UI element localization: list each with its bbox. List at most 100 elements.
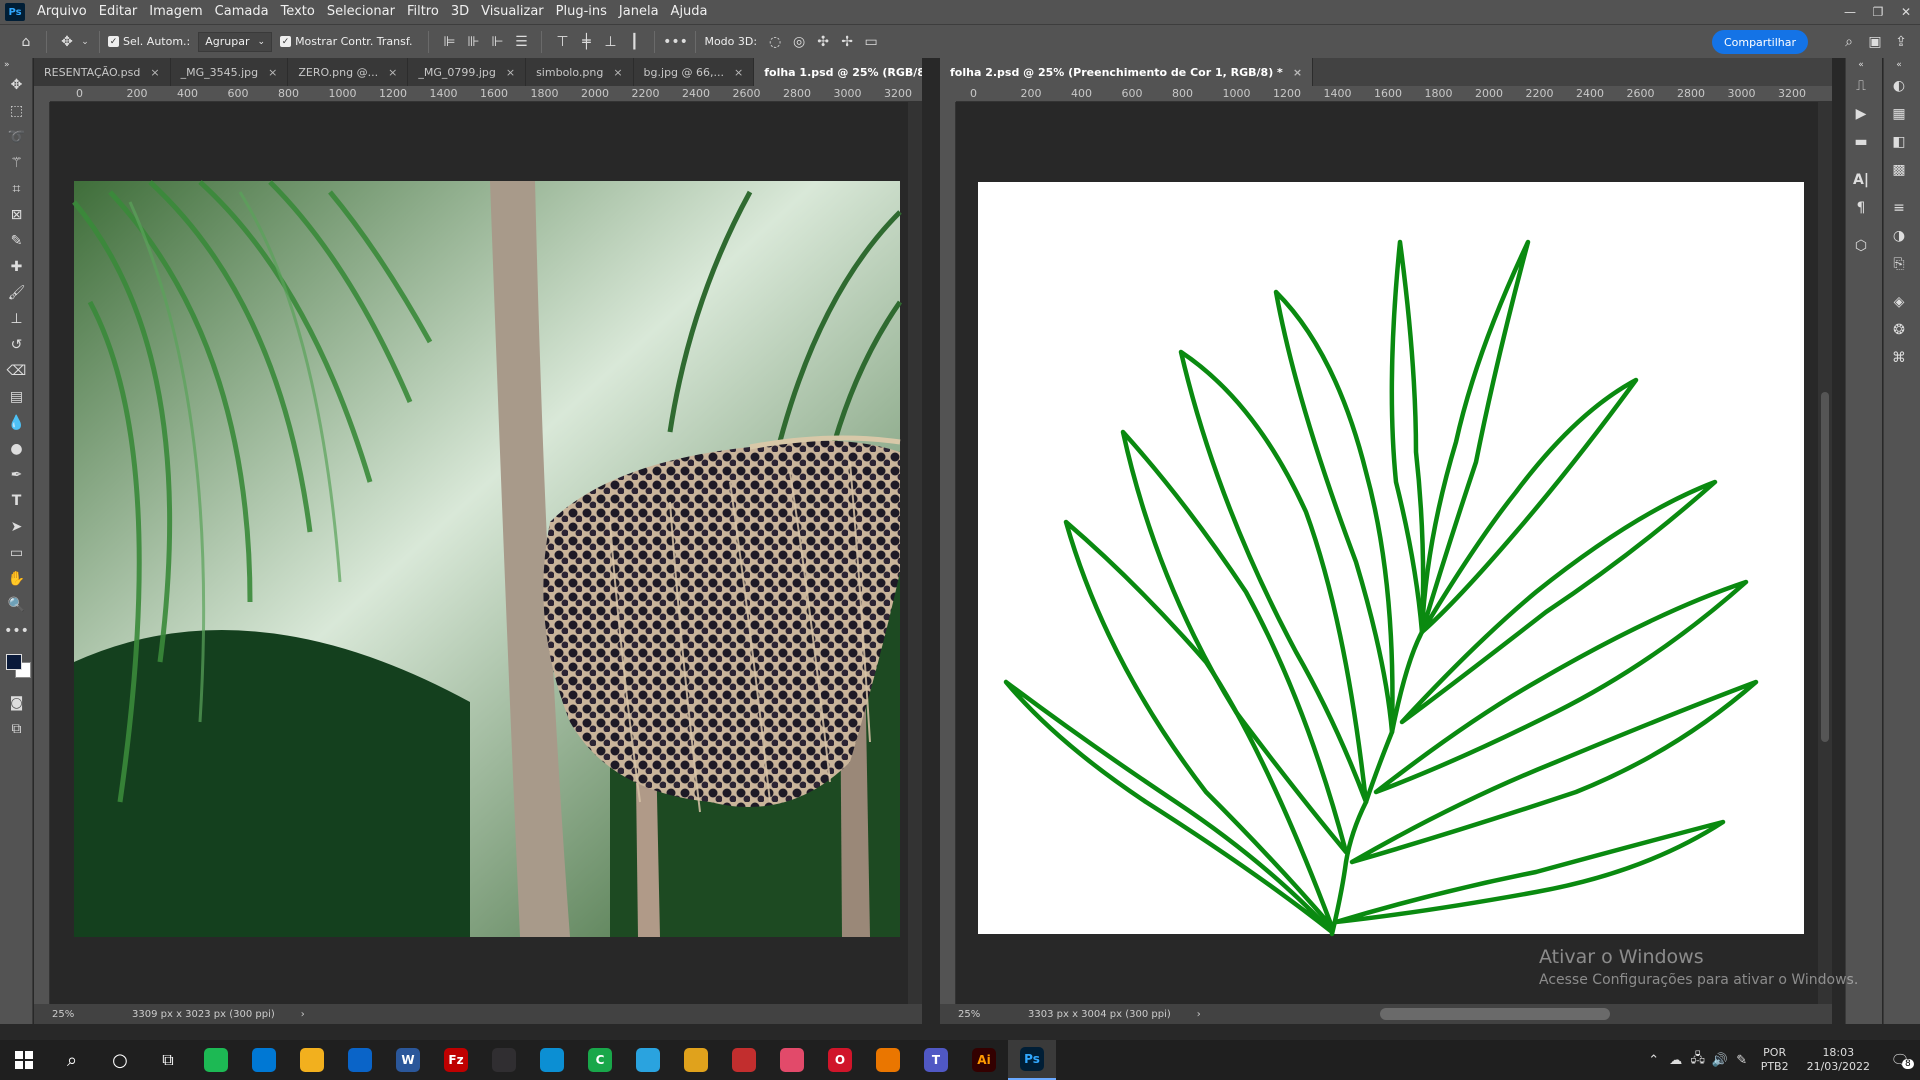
menu-item-visualizar[interactable]: Visualizar [475,0,550,24]
taskbar-app-filezilla[interactable]: Fz [432,1040,480,1080]
pen-icon[interactable]: ✎ [1731,1053,1753,1068]
adjustments-panel-icon[interactable]: ◑ [1884,222,1914,250]
blur-tool-icon[interactable]: 💧 [0,410,33,436]
close-tab-icon[interactable]: × [613,66,622,79]
taskbar-app-edge[interactable] [528,1040,576,1080]
taskbar-app-teams[interactable]: T [912,1040,960,1080]
taskbar-app-chrome[interactable] [672,1040,720,1080]
magic-wand-tool-icon[interactable]: ⚚ [0,150,33,176]
close-tab-icon[interactable]: × [1293,66,1302,79]
collapse-icon[interactable]: « [1846,58,1876,72]
language-indicator[interactable]: POR PTB2 [1761,1046,1789,1074]
taskbar-app-camtasia[interactable]: C [576,1040,624,1080]
clock[interactable]: 18:03 21/03/2022 [1807,1046,1870,1074]
document-tab[interactable]: _MG_0799.jpg × [408,58,527,86]
menu-item-arquivo[interactable]: Arquivo [31,0,93,24]
libraries-panel-icon[interactable]: ⎘ [1884,250,1914,278]
swatches-panel-icon[interactable]: ▦ [1884,100,1914,128]
group-select[interactable]: Agrupar ⌄ [198,31,273,52]
zoom-level[interactable]: 25% [34,1009,94,1020]
taskbar-app-opera[interactable]: O [816,1040,864,1080]
menu-item-3d[interactable]: 3D [445,0,475,24]
document-tab[interactable]: bg.jpg @ 66,... × [633,58,755,86]
menu-item-ajuda[interactable]: Ajuda [665,0,714,24]
home-icon[interactable]: ⌂ [14,30,38,54]
comments-panel-icon[interactable]: ▬ [1846,128,1876,156]
document-tab[interactable]: simbolo.png × [526,58,634,86]
roll-3d-icon[interactable]: ◎ [787,30,811,54]
gradient-tool-icon[interactable]: ▤ [0,384,33,410]
close-tab-icon[interactable]: × [506,66,515,79]
move-tool-icon[interactable]: ✥ [0,72,33,98]
menu-item-filtro[interactable]: Filtro [401,0,445,24]
document-tab[interactable]: folha 1.psd @ 25% (RGB/8) *× [754,58,922,86]
taskbar-app-obs[interactable] [480,1040,528,1080]
close-tab-icon[interactable]: × [734,66,743,79]
character-panel-icon[interactable]: A| [1846,166,1876,194]
color-swatches[interactable] [0,644,32,690]
document-tab[interactable]: folha 2.psd @ 25% (Preenchimento de Cor … [940,58,1314,86]
start-button[interactable] [0,1040,48,1080]
taskbar-app-telegram[interactable] [624,1040,672,1080]
network-icon[interactable]: 🖧 [1687,1049,1709,1071]
canvas-area[interactable] [956,102,1818,1004]
search-icon[interactable]: ⌕ [1836,30,1862,54]
taskbar-app-illustrator[interactable]: Ai [960,1040,1008,1080]
menu-item-camada[interactable]: Camada [209,0,275,24]
menu-item-editar[interactable]: Editar [93,0,144,24]
clone-stamp-tool-icon[interactable]: ⊥ [0,306,33,332]
horizontal-scroll-thumb[interactable] [1380,1008,1610,1020]
app-logo[interactable]: Ps [5,3,25,21]
search-icon[interactable]: ⌕ [48,1040,96,1080]
chevron-down-icon[interactable]: ⌄ [79,30,91,54]
cortana-icon[interactable]: ○ [96,1040,144,1080]
hand-tool-icon[interactable]: ✋ [0,566,33,592]
foreground-color-swatch[interactable] [6,654,22,670]
menu-item-plug-ins[interactable]: Plug-ins [550,0,613,24]
restore-icon[interactable]: ❐ [1864,0,1892,24]
path-selection-tool-icon[interactable]: ➤ [0,514,33,540]
close-tab-icon[interactable]: × [388,66,397,79]
eyedropper-tool-icon[interactable]: ✎ [0,228,33,254]
paths-panel-icon[interactable]: ⌘ [1884,344,1914,372]
task-view-icon[interactable]: ⧉ [144,1040,192,1080]
dodge-tool-icon[interactable]: ● [0,436,33,462]
channels-panel-icon[interactable]: ❂ [1884,316,1914,344]
layers-panel-icon[interactable]: ◈ [1884,288,1914,316]
taskbar-app-photos[interactable] [768,1040,816,1080]
vertical-scrollbar[interactable] [908,102,922,1004]
menu-item-selecionar[interactable]: Selecionar [321,0,401,24]
document-tab[interactable]: ZERO.png @... × [288,58,409,86]
scroll-thumb[interactable] [1821,392,1829,742]
onedrive-icon[interactable]: ☁ [1665,1053,1687,1068]
distribute-vertical-icon[interactable]: ┃ [622,30,646,54]
orbit-3d-icon[interactable]: ◌ [763,30,787,54]
taskbar-app-word-app[interactable]: W [384,1040,432,1080]
slide-3d-icon[interactable]: ✢ [835,30,859,54]
rectangle-tool-icon[interactable]: ▭ [0,540,33,566]
paragraph-panel-icon[interactable]: ¶ [1846,194,1876,222]
notification-center-icon[interactable]: 🗨 8 [1880,1051,1920,1069]
patterns-panel-icon[interactable]: ▩ [1884,156,1914,184]
align-bottom-icon[interactable]: ⊥ [598,30,622,54]
close-tab-icon[interactable]: × [268,66,277,79]
lasso-tool-icon[interactable]: ➰ [0,124,33,150]
history-panel-icon[interactable]: ⎍ [1846,72,1876,100]
align-right-icon[interactable]: ⊩ [485,30,509,54]
collapse-icon[interactable]: « [1884,58,1914,72]
status-arrow-icon[interactable]: › [301,1009,305,1020]
close-icon[interactable]: ✕ [1892,0,1920,24]
share-upload-icon[interactable]: ⇪ [1888,30,1914,54]
share-button[interactable]: Compartilhar [1711,30,1808,54]
actions-panel-icon[interactable]: ▶ [1846,100,1876,128]
menu-item-texto[interactable]: Texto [275,0,321,24]
align-top-icon[interactable]: ⊤ [550,30,574,54]
align-center-icon[interactable]: ⊪ [461,30,485,54]
quick-mask-icon[interactable]: ◙ [0,690,33,716]
3d-panel-icon[interactable]: ⬡ [1846,232,1876,260]
taskbar-app-blender[interactable] [864,1040,912,1080]
collapse-icon[interactable]: » [0,58,33,72]
taskbar-app-store[interactable] [240,1040,288,1080]
zoom-level[interactable]: 25% [940,1009,1000,1020]
crop-tool-icon[interactable]: ⌗ [0,176,33,202]
